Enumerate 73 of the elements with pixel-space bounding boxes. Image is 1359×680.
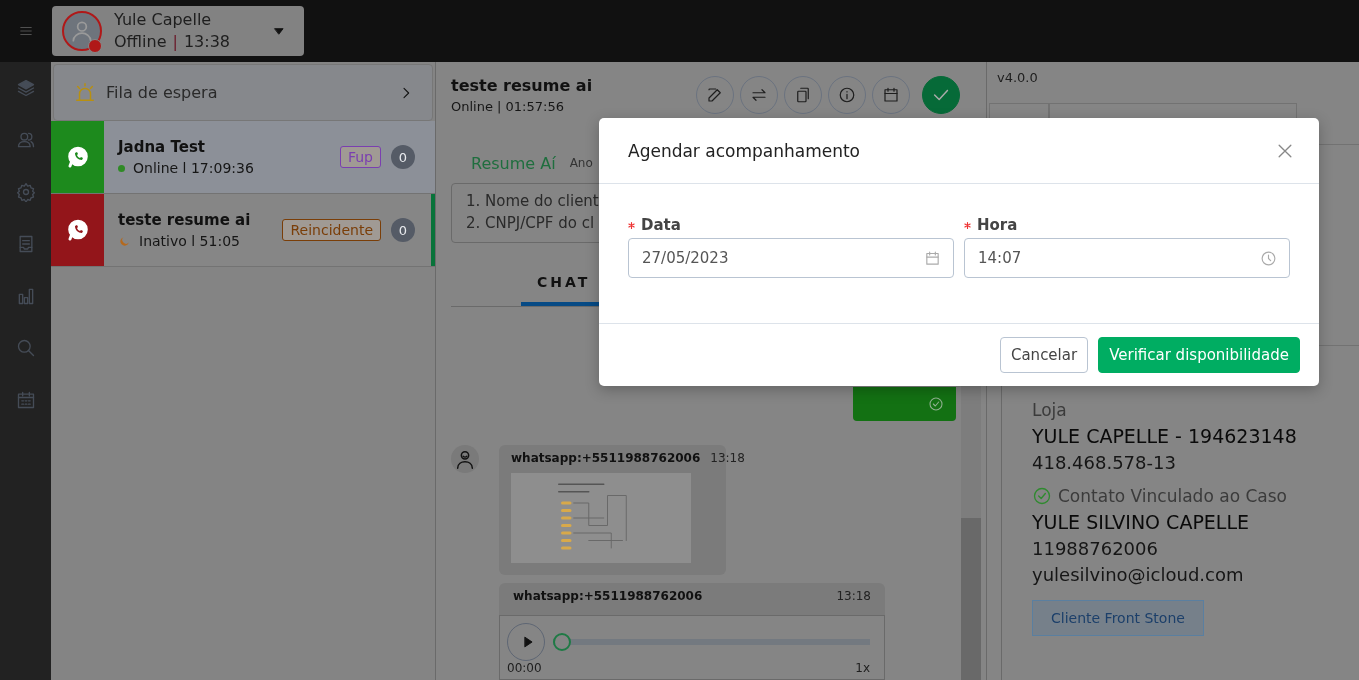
sender: whatsapp:+5511988762006 <box>513 589 703 603</box>
finish-button[interactable] <box>922 76 960 114</box>
tag-label: Reincidente <box>282 219 381 241</box>
contact-label: Contato Vinculado ao Caso <box>1058 486 1287 506</box>
offline-badge-icon <box>88 39 102 53</box>
toolbar-button[interactable] <box>828 76 866 114</box>
chat-title: teste resume ai <box>451 76 593 95</box>
edit-icon <box>706 86 724 104</box>
status-text: Online l 17:09:36 <box>133 160 254 176</box>
scrollbar-thumb[interactable] <box>961 518 981 680</box>
store-label: Loja <box>1032 400 1067 420</box>
settings-icon[interactable] <box>15 182 36 202</box>
toolbar-button[interactable] <box>872 76 910 114</box>
separator-text: | <box>172 31 178 53</box>
document-number: 418.468.578-13 <box>1032 452 1176 473</box>
date-field[interactable]: 27/05/2023 <box>628 238 954 278</box>
user-status-dropdown[interactable]: Yule Capelle Offline | 13:38 <box>52 6 304 56</box>
message-time: 13:18 <box>710 451 745 465</box>
status-text: Inativo l 51:05 <box>139 233 240 249</box>
unread-count: 0 <box>391 145 415 169</box>
info-icon <box>838 86 856 104</box>
user-time: 13:38 <box>183 31 230 53</box>
tag-label: Fup <box>339 146 381 168</box>
calendar-icon <box>882 86 900 104</box>
contact-name: Jadna Test <box>118 138 206 156</box>
toolbar-button[interactable] <box>740 76 778 114</box>
calendar-icon <box>924 249 941 267</box>
field-label: Data <box>641 216 681 234</box>
chat-status: Online | 01:57:56 <box>451 99 565 114</box>
check-circle-icon <box>1032 486 1052 506</box>
email-address: yulesilvino@icloud.com <box>1032 564 1244 585</box>
play-button[interactable] <box>507 623 545 661</box>
phone-number: 11988762006 <box>1032 538 1158 559</box>
calendar-icon[interactable] <box>15 390 36 410</box>
conversation-item[interactable]: teste resume ai Inativo l 51:05 Reincidente 0 <box>51 194 435 267</box>
copy-icon <box>794 86 812 104</box>
time-field[interactable]: 14:07 <box>964 238 1290 278</box>
playback-speed[interactable]: 1x <box>855 661 870 675</box>
contact-name: YULE SILVINO CAPELLE <box>1032 511 1249 533</box>
user-status: Offline <box>114 31 167 53</box>
user-name: Yule Capelle <box>114 9 213 31</box>
toolbar-button[interactable] <box>784 76 822 114</box>
cancel-button[interactable]: Cancelar <box>999 337 1089 373</box>
field-label: Hora <box>977 216 1018 234</box>
audio-position: 00:00 <box>507 661 542 675</box>
menu-icon[interactable] <box>19 24 33 38</box>
whatsapp-icon <box>65 218 90 242</box>
alarm-bell-icon <box>74 81 96 104</box>
check-availability-button[interactable]: Verificar disponibilidade <box>1098 337 1300 373</box>
clock-icon <box>1260 249 1277 267</box>
queue-title: Fila de espera <box>106 83 219 102</box>
sender: whatsapp:+5511988762006 <box>511 451 701 465</box>
users-icon[interactable] <box>15 130 36 150</box>
store-name: YULE CAPELLE - 194623148 <box>1032 425 1297 447</box>
dialog-title: Agendar acompanhamento <box>628 140 860 161</box>
conversation-item[interactable]: Jadna Test Online l 17:09:36 Fup 0 <box>51 121 435 194</box>
message-time: 13:18 <box>836 589 871 603</box>
check-circle-icon <box>928 396 944 412</box>
layers-icon[interactable] <box>15 78 36 98</box>
toolbar-button[interactable] <box>696 76 734 114</box>
summary-line: 1. Nome do client <box>466 191 599 213</box>
swap-arrows-icon <box>750 86 768 104</box>
unread-count: 0 <box>391 218 415 242</box>
version-label: v4.0.0 <box>996 70 1039 85</box>
queue-header[interactable]: Fila de espera <box>53 64 433 121</box>
audio-thumb[interactable] <box>553 633 571 651</box>
summary-tab[interactable]: Ano <box>569 156 593 171</box>
online-dot <box>118 164 125 172</box>
summary-line: 2. CNPJ/CPF do cl <box>466 213 595 235</box>
search-icon[interactable] <box>15 338 36 358</box>
client-tag-button[interactable]: Cliente Front Stone <box>1032 600 1204 636</box>
contact-name: teste resume ai <box>118 211 252 229</box>
whatsapp-icon <box>65 145 90 169</box>
